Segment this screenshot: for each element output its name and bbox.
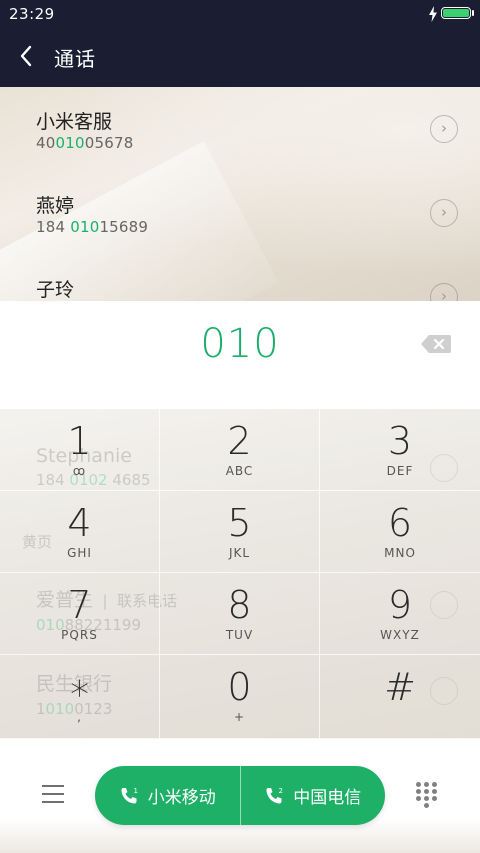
chevron-right-icon[interactable]: ›	[430, 283, 458, 301]
key-star[interactable]: ∗,	[0, 655, 160, 739]
key-5[interactable]: 5 JKL	[160, 491, 320, 573]
voicemail-icon: ꝏ	[72, 464, 87, 478]
chevron-right-icon[interactable]: ›	[430, 115, 458, 143]
bottom-bar: 1 小米移动 2 中国电信	[0, 739, 480, 853]
page-title: 通话	[54, 47, 96, 71]
app-header: 通话	[0, 28, 480, 87]
contact-row[interactable]: 子玲 ›	[0, 255, 480, 301]
call-sim1-label: 小米移动	[147, 788, 216, 808]
key-9[interactable]: 9 WXYZ	[320, 573, 480, 655]
dial-input-area: 010	[0, 301, 480, 409]
key-4[interactable]: 4 GHI	[0, 491, 160, 573]
key-2[interactable]: 2 ABC	[160, 409, 320, 491]
phone-sim1-icon: 1	[121, 787, 138, 803]
contact-row[interactable]: 燕婷 184 01015689 ›	[0, 171, 480, 255]
chevron-left-icon[interactable]	[18, 45, 34, 67]
battery-cap	[472, 10, 474, 16]
dialpad-icon[interactable]	[416, 782, 438, 808]
status-bar: 23:29	[0, 0, 480, 28]
key-0[interactable]: 0 +	[160, 655, 320, 739]
contact-number: 184 01015689	[36, 218, 149, 236]
contact-row[interactable]: 小米客服 4001005678 ›	[0, 87, 480, 171]
dial-keypad: 1ꝏ 2 ABC 3 DEF 4 GHI 5 JKL 6 MNO 7 PQRS 8 TUV 9…	[0, 409, 480, 739]
status-time: 23:29	[9, 5, 55, 23]
battery-icon	[441, 7, 471, 19]
key-3[interactable]: 3 DEF	[320, 409, 480, 491]
call-sim1-button[interactable]: 1 小米移动	[95, 766, 240, 825]
matched-contacts-list: 小米客服 4001005678 › 燕婷 184 01015689 › 子玲 ›	[0, 87, 480, 301]
call-sim2-button[interactable]: 2 中国电信	[239, 766, 386, 825]
key-7[interactable]: 7 PQRS	[0, 573, 160, 655]
svg-text:2: 2	[279, 787, 283, 795]
key-6[interactable]: 6 MNO	[320, 491, 480, 573]
contact-name: 燕婷	[36, 195, 75, 217]
chevron-right-icon[interactable]: ›	[430, 199, 458, 227]
backspace-icon[interactable]	[420, 334, 452, 354]
phone-sim2-icon: 2	[266, 787, 283, 803]
key-8[interactable]: 8 TUV	[160, 573, 320, 655]
dialed-number: 010	[200, 321, 280, 367]
call-sim2-label: 中国电信	[293, 788, 362, 808]
call-button-group: 1 小米移动 2 中国电信	[95, 766, 385, 825]
bolt-icon	[429, 6, 437, 22]
contact-name: 子玲	[36, 279, 75, 301]
svg-text:1: 1	[133, 787, 137, 795]
keypad-area: Stephanie 184 0102 4685 黄页 爱普生 | 联系电话 01…	[0, 409, 480, 739]
key-1[interactable]: 1ꝏ	[0, 409, 160, 491]
contact-name: 小米客服	[36, 111, 113, 133]
key-hash[interactable]: #	[320, 655, 480, 739]
menu-icon[interactable]	[42, 785, 64, 803]
contact-number: 4001005678	[36, 134, 134, 152]
